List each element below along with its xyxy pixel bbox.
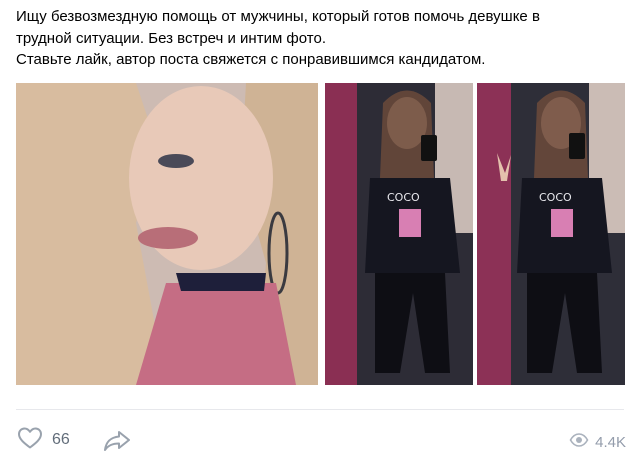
like-count: 66: [52, 431, 70, 448]
heart-icon: [16, 424, 44, 457]
svg-text:COCO: COCO: [539, 191, 572, 204]
divider: [16, 409, 624, 410]
eye-icon: [569, 430, 589, 455]
photo-mirror-selfie-peace-sign[interactable]: COCO: [477, 83, 625, 385]
photo-mirror-selfie-smiling[interactable]: COCO: [325, 83, 473, 385]
post-text-line: Ставьте лайк, автор поста свяжется с пон…: [16, 51, 486, 68]
views-counter: 4.4K: [569, 430, 626, 455]
svg-text:COCO: COCO: [387, 191, 420, 204]
views-count: 4.4K: [595, 434, 626, 451]
photo-content: COCO: [325, 83, 473, 385]
post-actions: 66 4.4K: [0, 420, 640, 460]
photo-content: COCO: [477, 83, 625, 385]
share-arrow-icon: [102, 431, 132, 458]
share-button[interactable]: [102, 426, 132, 454]
photo-content: [16, 83, 318, 385]
like-button[interactable]: 66: [16, 426, 70, 454]
post-text-line: Ищу безвозмездную помощь от мужчины, кот…: [16, 8, 540, 25]
photo-selfie-closeup[interactable]: [16, 83, 318, 385]
post-text-line: трудной ситуации. Без встреч и интим фот…: [16, 29, 326, 47]
post-text: Ищу безвозмездную помощь от мужчины, кот…: [16, 6, 624, 71]
